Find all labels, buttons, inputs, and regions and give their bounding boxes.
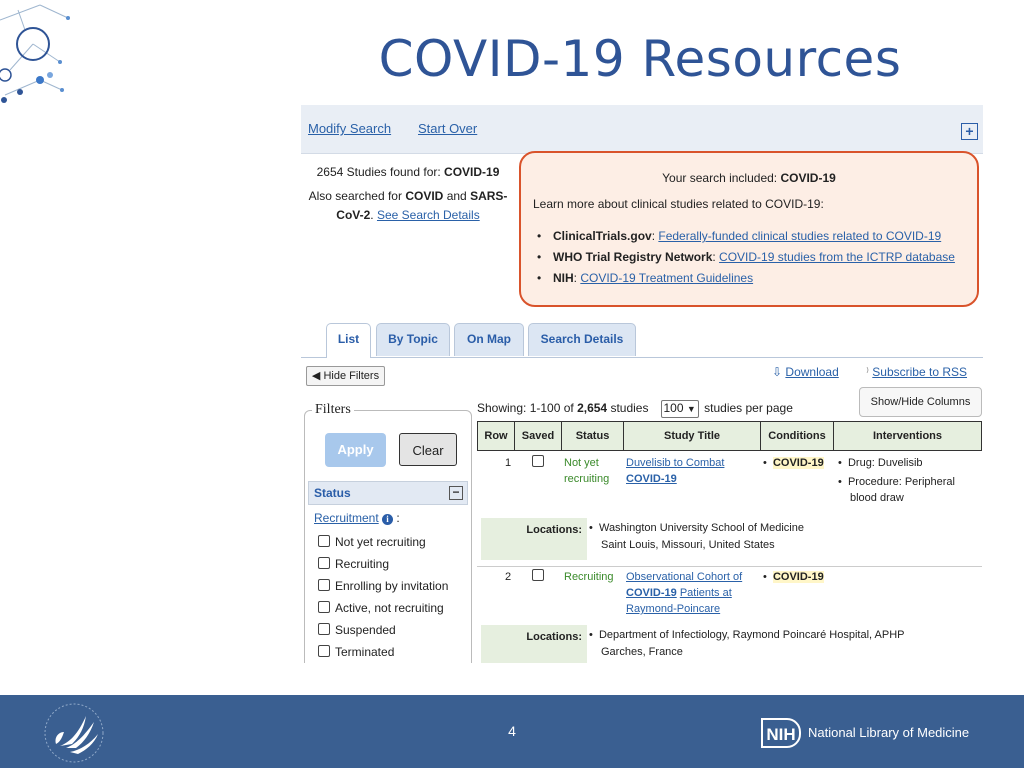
checkbox[interactable]	[318, 557, 330, 569]
notice-title: Your search included: COVID-19	[662, 171, 836, 185]
checkbox[interactable]	[318, 623, 330, 635]
download-icon: ⇩	[772, 365, 783, 379]
row-number: 2	[505, 571, 512, 583]
study-title-link[interactable]: Observational Cohort of COVID-19 Patients…	[626, 569, 758, 617]
checkbox[interactable]	[318, 601, 330, 613]
save-checkbox[interactable]	[532, 569, 549, 585]
location: • Washington University School of Medici…	[589, 522, 804, 551]
nlm-wordmark: National Library of Medicine	[808, 725, 970, 740]
view-tabs: List By Topic On Map Search Details	[301, 323, 983, 358]
recruitment-label: Recruitment i :	[314, 511, 400, 525]
filter-active-not-recruiting[interactable]: Active, not recruiting	[318, 601, 444, 615]
apply-button[interactable]: Apply	[325, 433, 386, 467]
filter-recruiting[interactable]: Recruiting	[318, 557, 389, 571]
also-searched: Also searched for COVID and SARS-CoV-2. …	[308, 189, 508, 222]
col-row[interactable]: Row	[478, 422, 515, 450]
clear-button[interactable]: Clear	[399, 433, 457, 466]
list-item: • Procedure: Peripheral blood draw	[838, 476, 955, 504]
start-over-link[interactable]: Start Over	[418, 121, 477, 136]
slide-title: COVID-19 Resources	[378, 30, 902, 88]
col-interventions[interactable]: Interventions	[834, 422, 981, 450]
col-saved[interactable]: Saved	[515, 422, 562, 450]
list-item: • Drug: Duvelisib	[838, 457, 923, 469]
paging-info: Showing: 1-100 of 2,654 studies 100 ▼ st…	[477, 400, 793, 418]
notice-links: • ClinicalTrials.gov: Federally-funded cl…	[533, 229, 955, 292]
save-checkbox[interactable]	[532, 455, 549, 471]
condition: • COVID-19	[763, 457, 824, 469]
row-divider	[477, 566, 982, 567]
treatment-guidelines-link[interactable]: COVID-19 Treatment Guidelines	[580, 271, 753, 285]
see-search-details-link[interactable]: See Search Details	[377, 208, 480, 222]
tab-on-map[interactable]: On Map	[454, 323, 524, 356]
filters-legend: Filters	[312, 402, 354, 418]
filter-not-yet-recruiting[interactable]: Not yet recruiting	[318, 535, 426, 549]
federal-studies-link[interactable]: Federally-funded clinical studies relate…	[658, 229, 941, 243]
filters-panel: Filters Apply Clear Status − Recruitment…	[304, 402, 472, 663]
results-count: 2654 Studies found for: COVID-19	[316, 165, 500, 179]
clinicaltrials-screenshot: Modify Search Start Over + 2654 Studies …	[301, 105, 983, 663]
network-decoration	[0, 4, 70, 103]
results-table: Row Saved Status Study Title Conditions …	[477, 421, 982, 663]
arrow-left-icon: ◀	[311, 370, 321, 382]
search-toolbar: Modify Search Start Over +	[301, 105, 983, 154]
tab-by-topic[interactable]: By Topic	[376, 323, 450, 356]
per-page-select[interactable]: 100 ▼	[660, 400, 699, 418]
tab-search-details[interactable]: Search Details	[528, 323, 636, 356]
plus-icon[interactable]: +	[961, 123, 978, 140]
checkbox[interactable]	[318, 535, 330, 547]
search-notice-box: Your search included: COVID-19 Learn mor…	[519, 151, 979, 307]
list-item: • NIH: COVID-19 Treatment Guidelines	[537, 271, 754, 285]
show-hide-columns-button[interactable]: Show/Hide Columns	[859, 387, 982, 417]
nih-logo: NIH	[761, 718, 801, 748]
col-status[interactable]: Status	[562, 422, 624, 450]
status-text: Recruiting	[564, 571, 614, 583]
status-section-header[interactable]: Status −	[308, 481, 468, 505]
col-conditions[interactable]: Conditions	[761, 422, 834, 450]
table-header: Row Saved Status Study Title Conditions …	[477, 421, 982, 451]
hide-filters-button[interactable]: ◀ Hide Filters	[306, 366, 385, 386]
row-number: 1	[505, 457, 512, 469]
interventions: • Drug: Duvelisib • Procedure: Periphera…	[838, 455, 978, 506]
list-item: • ClinicalTrials.gov: Federally-funded cl…	[537, 229, 942, 243]
tab-list[interactable]: List	[326, 323, 371, 358]
chevron-down-icon: ▼	[686, 404, 696, 414]
locations-label: Locations:	[481, 625, 587, 663]
info-icon[interactable]: i	[382, 514, 394, 525]
checkbox[interactable]	[318, 645, 330, 657]
location: • Department of Infectiology, Raymond Po…	[589, 629, 905, 658]
locations-label: Locations:	[481, 518, 587, 560]
rss-icon: ⁾	[866, 365, 869, 379]
checkbox[interactable]	[318, 579, 330, 591]
ictrp-link[interactable]: COVID-19 studies from the ICTRP database	[719, 250, 955, 264]
download-link[interactable]: ⇩ Download	[772, 365, 839, 379]
checkbox[interactable]	[532, 455, 544, 467]
condition: • COVID-19	[763, 571, 824, 583]
status-text: Not yet recruiting	[564, 457, 610, 485]
modify-search-link[interactable]: Modify Search	[308, 121, 391, 136]
checkbox[interactable]	[532, 569, 544, 581]
rss-link[interactable]: ⁾ Subscribe to RSS	[866, 365, 967, 379]
col-study-title[interactable]: Study Title	[624, 422, 761, 450]
notice-learn-more: Learn more about clinical studies relate…	[533, 197, 824, 211]
filter-enrolling-by-invitation[interactable]: Enrolling by invitation	[318, 579, 448, 593]
study-title-link[interactable]: Duvelisib to Combat COVID-19	[626, 455, 758, 487]
filter-terminated[interactable]: Terminated	[318, 645, 394, 659]
filter-suspended[interactable]: Suspended	[318, 623, 396, 637]
collapse-icon[interactable]: −	[449, 486, 463, 500]
list-item: • WHO Trial Registry Network: COVID-19 st…	[537, 250, 955, 264]
